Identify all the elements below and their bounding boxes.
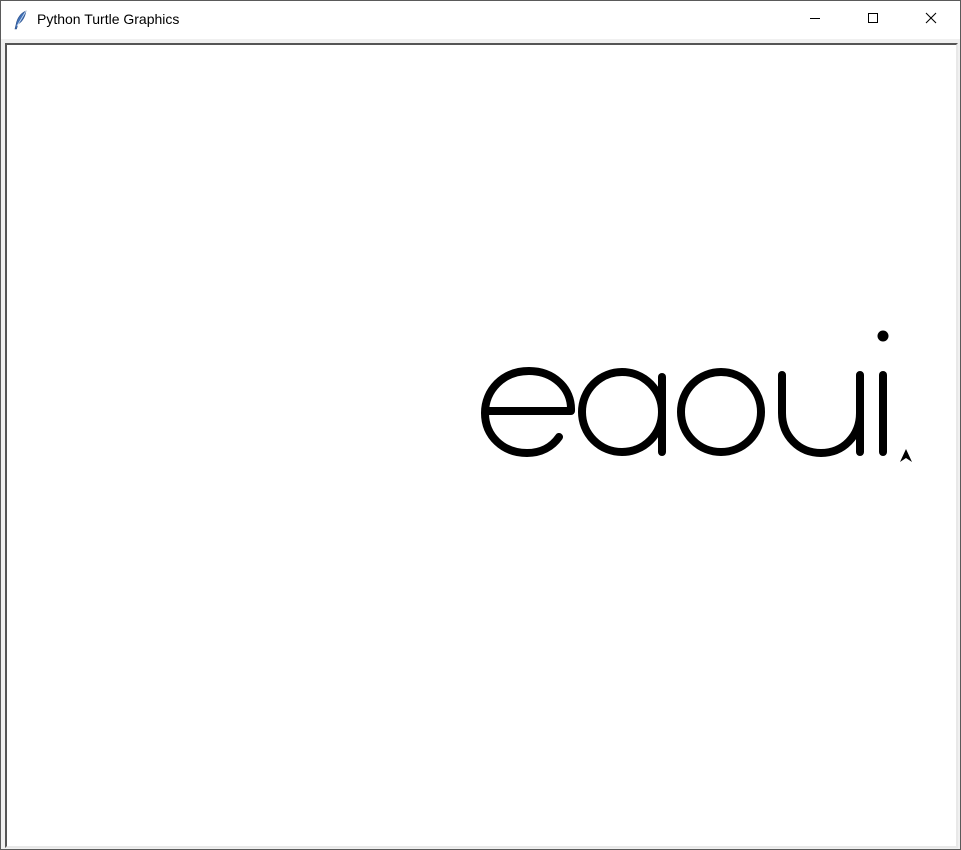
turtle-window: Python Turtle Graphics <box>0 0 961 850</box>
close-button[interactable] <box>902 1 960 39</box>
turtle-arrow-icon <box>900 449 912 462</box>
minimize-icon <box>809 11 821 29</box>
maximize-icon <box>867 11 879 29</box>
letter-a <box>578 368 666 456</box>
letter-o <box>677 368 765 456</box>
maximize-button[interactable] <box>844 1 902 39</box>
minimize-button[interactable] <box>786 1 844 39</box>
letter-u <box>778 371 864 457</box>
window-title: Python Turtle Graphics <box>37 11 180 27</box>
close-icon <box>925 11 937 29</box>
title-bar[interactable]: Python Turtle Graphics <box>1 1 960 39</box>
canvas-frame: eaoui <box>5 43 958 848</box>
turtle-canvas[interactable]: eaoui <box>9 47 954 844</box>
letter-e <box>481 367 575 457</box>
letter-i-dot <box>877 330 889 342</box>
feather-icon <box>13 10 29 30</box>
drawing-surface <box>481 330 912 462</box>
